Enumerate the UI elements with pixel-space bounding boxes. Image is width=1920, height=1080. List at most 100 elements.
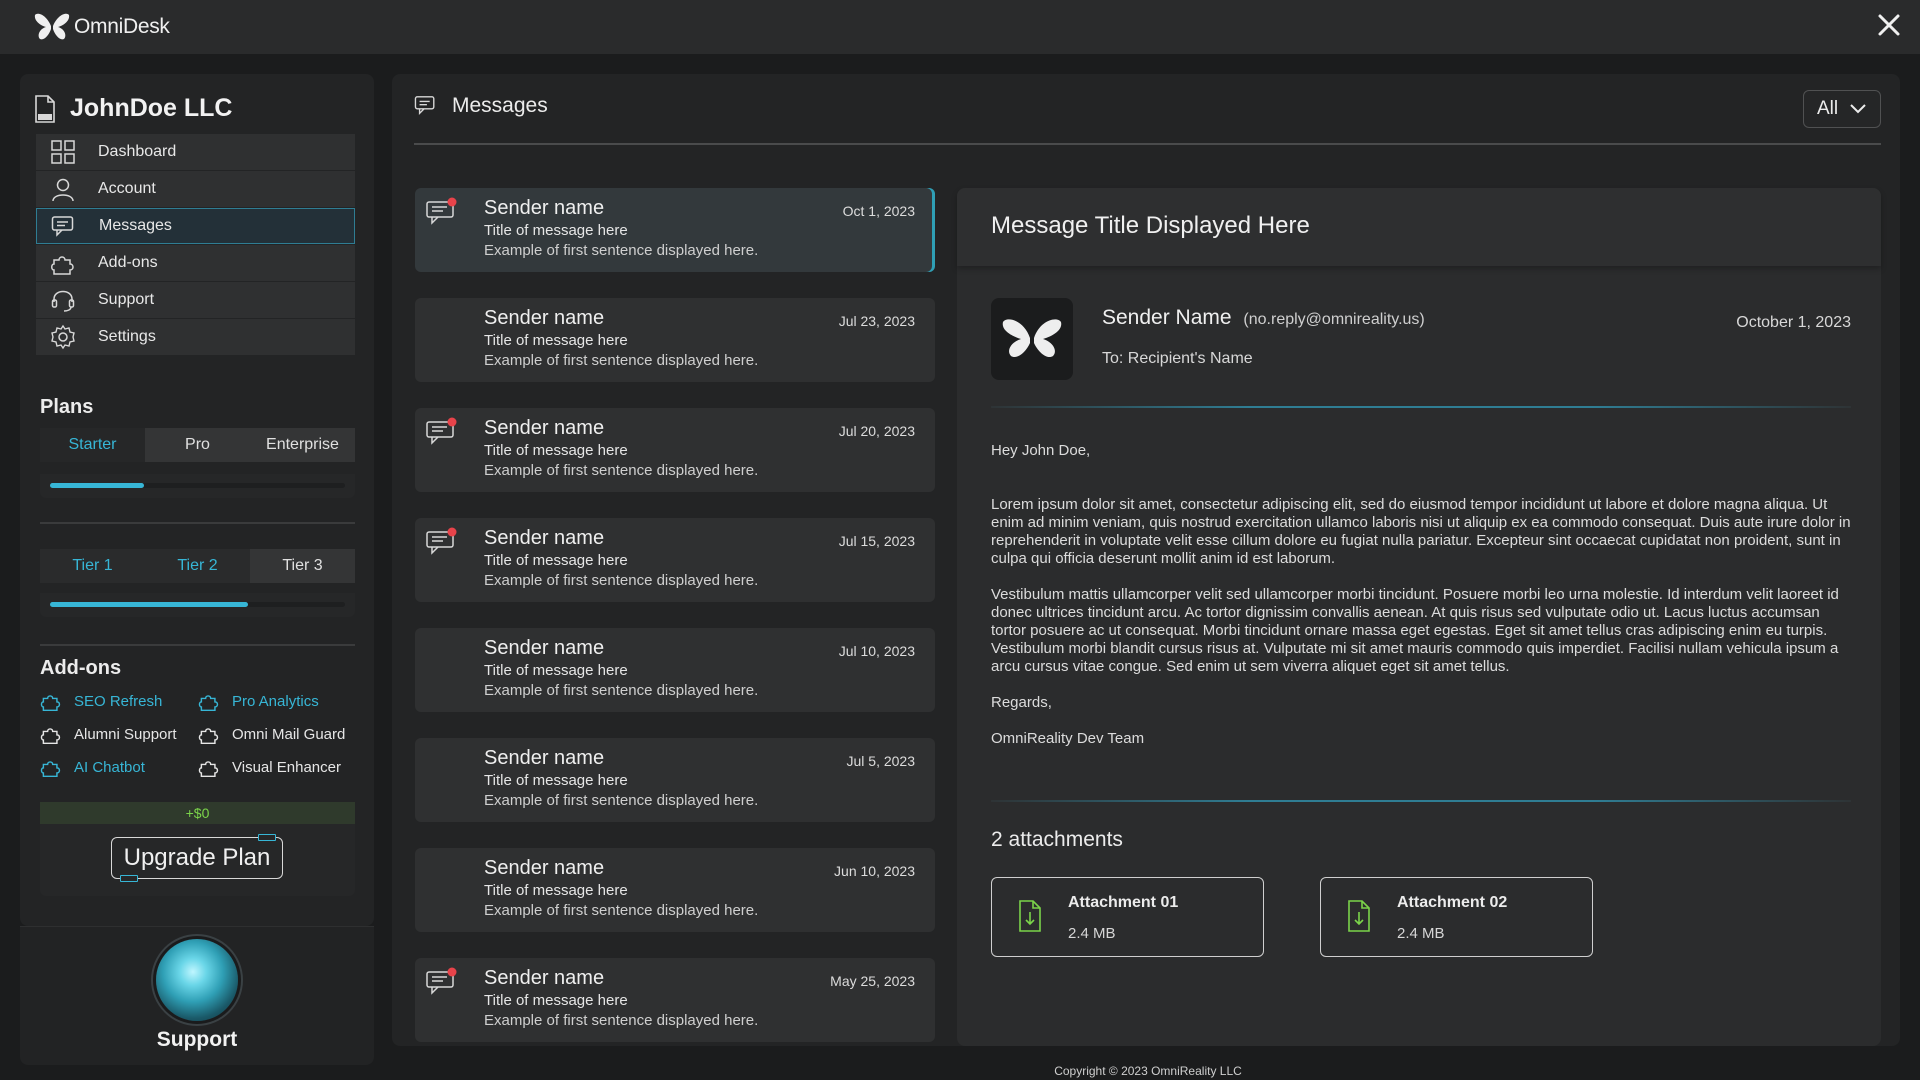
message-item[interactable]: Sender name Jul 20, 2023 Title of messag… bbox=[415, 408, 935, 492]
message-signature: OmniReality Dev Team bbox=[991, 730, 1145, 747]
addon-label: Alumni Support bbox=[74, 725, 177, 743]
message-date: Jul 5, 2023 bbox=[846, 753, 916, 769]
message-date: Jul 23, 2023 bbox=[838, 313, 915, 329]
message-snippet: Example of first sentence displayed here… bbox=[484, 352, 759, 369]
plan-option-starter[interactable]: Starter bbox=[40, 428, 145, 462]
sender-email: (no.reply@omnireality.us) bbox=[1243, 311, 1425, 328]
filter-value: All bbox=[1817, 98, 1839, 119]
file-download-icon bbox=[1348, 900, 1370, 932]
message-item[interactable]: Sender name Jun 10, 2023 Title of messag… bbox=[415, 848, 935, 932]
message-snippet: Example of first sentence displayed here… bbox=[484, 572, 759, 589]
message-snippet: Example of first sentence displayed here… bbox=[484, 1012, 759, 1029]
sidebar-nav: Dashboard Account Messages Add-ons Suppo… bbox=[36, 134, 355, 356]
plan-progress-track bbox=[50, 483, 345, 488]
unread-chat-icon bbox=[426, 417, 457, 445]
tier-progress bbox=[40, 593, 355, 617]
message-item[interactable]: Sender name May 25, 2023 Title of messag… bbox=[415, 958, 935, 1042]
puzzle-icon bbox=[40, 728, 61, 745]
tier-option-3[interactable]: Tier 3 bbox=[250, 549, 355, 583]
filter-dropdown[interactable]: All bbox=[1803, 90, 1881, 128]
puzzle-icon bbox=[198, 695, 219, 712]
company-header: JohnDoe LLC bbox=[34, 94, 233, 123]
puzzle-icon bbox=[198, 728, 219, 745]
tier-option-1[interactable]: Tier 1 bbox=[40, 549, 145, 583]
addon-label: AI Chatbot bbox=[74, 758, 145, 776]
plan-option-pro[interactable]: Pro bbox=[145, 428, 250, 462]
plan-progress-fill bbox=[50, 483, 145, 488]
puzzle-icon bbox=[51, 256, 74, 275]
unread-chat-icon bbox=[426, 197, 457, 225]
user-icon bbox=[52, 178, 74, 202]
recipient-line: To: Recipient's Name bbox=[1102, 350, 1253, 367]
message-item[interactable]: Sender name Jul 5, 2023 Title of message… bbox=[415, 738, 935, 822]
addon-omni-mail-guard[interactable]: Omni Mail Guard bbox=[198, 723, 345, 745]
addon-alumni-support[interactable]: Alumni Support bbox=[40, 723, 177, 745]
dashboard-icon bbox=[51, 140, 75, 164]
message-snippet: Example of first sentence displayed here… bbox=[484, 242, 759, 259]
attachment-card[interactable]: Attachment 01 2.4 MB bbox=[991, 877, 1264, 957]
sidebar-item-label: Messages bbox=[99, 217, 172, 234]
headset-icon bbox=[51, 290, 75, 312]
addon-visual-enhancer[interactable]: Visual Enhancer bbox=[198, 756, 341, 778]
sidebar-item-settings[interactable]: Settings bbox=[36, 319, 355, 355]
plan-option-enterprise[interactable]: Enterprise bbox=[250, 428, 355, 462]
sender-line: Sender Name (no.reply@omnireality.us) bbox=[1102, 306, 1425, 330]
upgrade-panel: +$0 Upgrade Plan bbox=[40, 802, 355, 896]
puzzle-icon bbox=[198, 761, 219, 778]
tier-option-2[interactable]: Tier 2 bbox=[145, 549, 250, 583]
message-sender: Sender name bbox=[484, 747, 605, 769]
sidebar-item-account[interactable]: Account bbox=[36, 171, 355, 207]
puzzle-icon bbox=[40, 695, 61, 712]
message-paragraph: Vestibulum mattis ullamcorper velit sed … bbox=[991, 586, 1839, 675]
message-title: Title of message here bbox=[484, 882, 628, 899]
message-item[interactable]: Sender name Jul 23, 2023 Title of messag… bbox=[415, 298, 935, 382]
addon-seo-refresh[interactable]: SEO Refresh bbox=[40, 690, 162, 712]
message-detail: Message Title Displayed Here Sender Name… bbox=[957, 188, 1881, 1046]
message-date: Oct 1, 2023 bbox=[842, 203, 915, 219]
message-title: Title of message here bbox=[484, 662, 628, 679]
support-orb-button[interactable] bbox=[156, 939, 238, 1021]
attachment-card[interactable]: Attachment 02 2.4 MB bbox=[1320, 877, 1593, 957]
message-title: Title of message here bbox=[484, 552, 628, 569]
sidebar-item-support[interactable]: Support bbox=[36, 282, 355, 318]
attachment-size: 2.4 MB bbox=[1397, 925, 1445, 942]
addon-ai-chatbot[interactable]: AI Chatbot bbox=[40, 756, 145, 778]
upgrade-plan-button[interactable]: Upgrade Plan bbox=[111, 834, 283, 882]
message-closing: Regards, bbox=[991, 694, 1052, 711]
message-sender: Sender name bbox=[484, 527, 605, 549]
company-name: JohnDoe LLC bbox=[70, 94, 233, 122]
puzzle-icon bbox=[40, 761, 61, 778]
message-date: Jul 10, 2023 bbox=[838, 643, 915, 659]
divider bbox=[40, 644, 355, 646]
divider bbox=[414, 143, 1881, 145]
close-icon[interactable] bbox=[1876, 12, 1902, 38]
message-item[interactable]: Sender name Oct 1, 2023 Title of message… bbox=[415, 188, 935, 272]
message-item[interactable]: Sender name Jul 10, 2023 Title of messag… bbox=[415, 628, 935, 712]
sidebar-item-label: Support bbox=[98, 291, 155, 308]
message-snippet: Example of first sentence displayed here… bbox=[484, 792, 759, 809]
sidebar-item-addons[interactable]: Add-ons bbox=[36, 245, 355, 281]
addon-pro-analytics[interactable]: Pro Analytics bbox=[198, 690, 319, 712]
sidebar-item-messages[interactable]: Messages bbox=[36, 208, 355, 244]
gear-icon bbox=[51, 324, 75, 350]
message-date: Jul 20, 2023 bbox=[838, 423, 915, 439]
attachment-name: Attachment 01 bbox=[1068, 894, 1179, 911]
app-logo: OmniDesk bbox=[34, 12, 170, 42]
addon-label: Pro Analytics bbox=[232, 692, 319, 710]
message-snippet: Example of first sentence displayed here… bbox=[484, 682, 759, 699]
sidebar-item-dashboard[interactable]: Dashboard bbox=[36, 134, 355, 170]
message-item[interactable]: Sender name Jul 15, 2023 Title of messag… bbox=[415, 518, 935, 602]
attachments-title: 2 attachments bbox=[991, 828, 1123, 851]
main-header: Messages bbox=[414, 94, 548, 118]
file-download-icon bbox=[1019, 900, 1041, 932]
addon-label: Visual Enhancer bbox=[232, 758, 341, 776]
message-sender: Sender name bbox=[484, 857, 605, 879]
message-title: Title of message here bbox=[484, 222, 628, 239]
divider bbox=[991, 800, 1851, 802]
message-title: Title of message here bbox=[484, 332, 628, 349]
message-paragraph: Lorem ipsum dolor sit amet, consectetur … bbox=[991, 496, 1851, 567]
sidebar-item-label: Add-ons bbox=[98, 254, 158, 271]
plan-progress bbox=[40, 474, 355, 498]
page-title: Messages bbox=[452, 94, 548, 117]
butterfly-logo-icon bbox=[34, 13, 70, 40]
